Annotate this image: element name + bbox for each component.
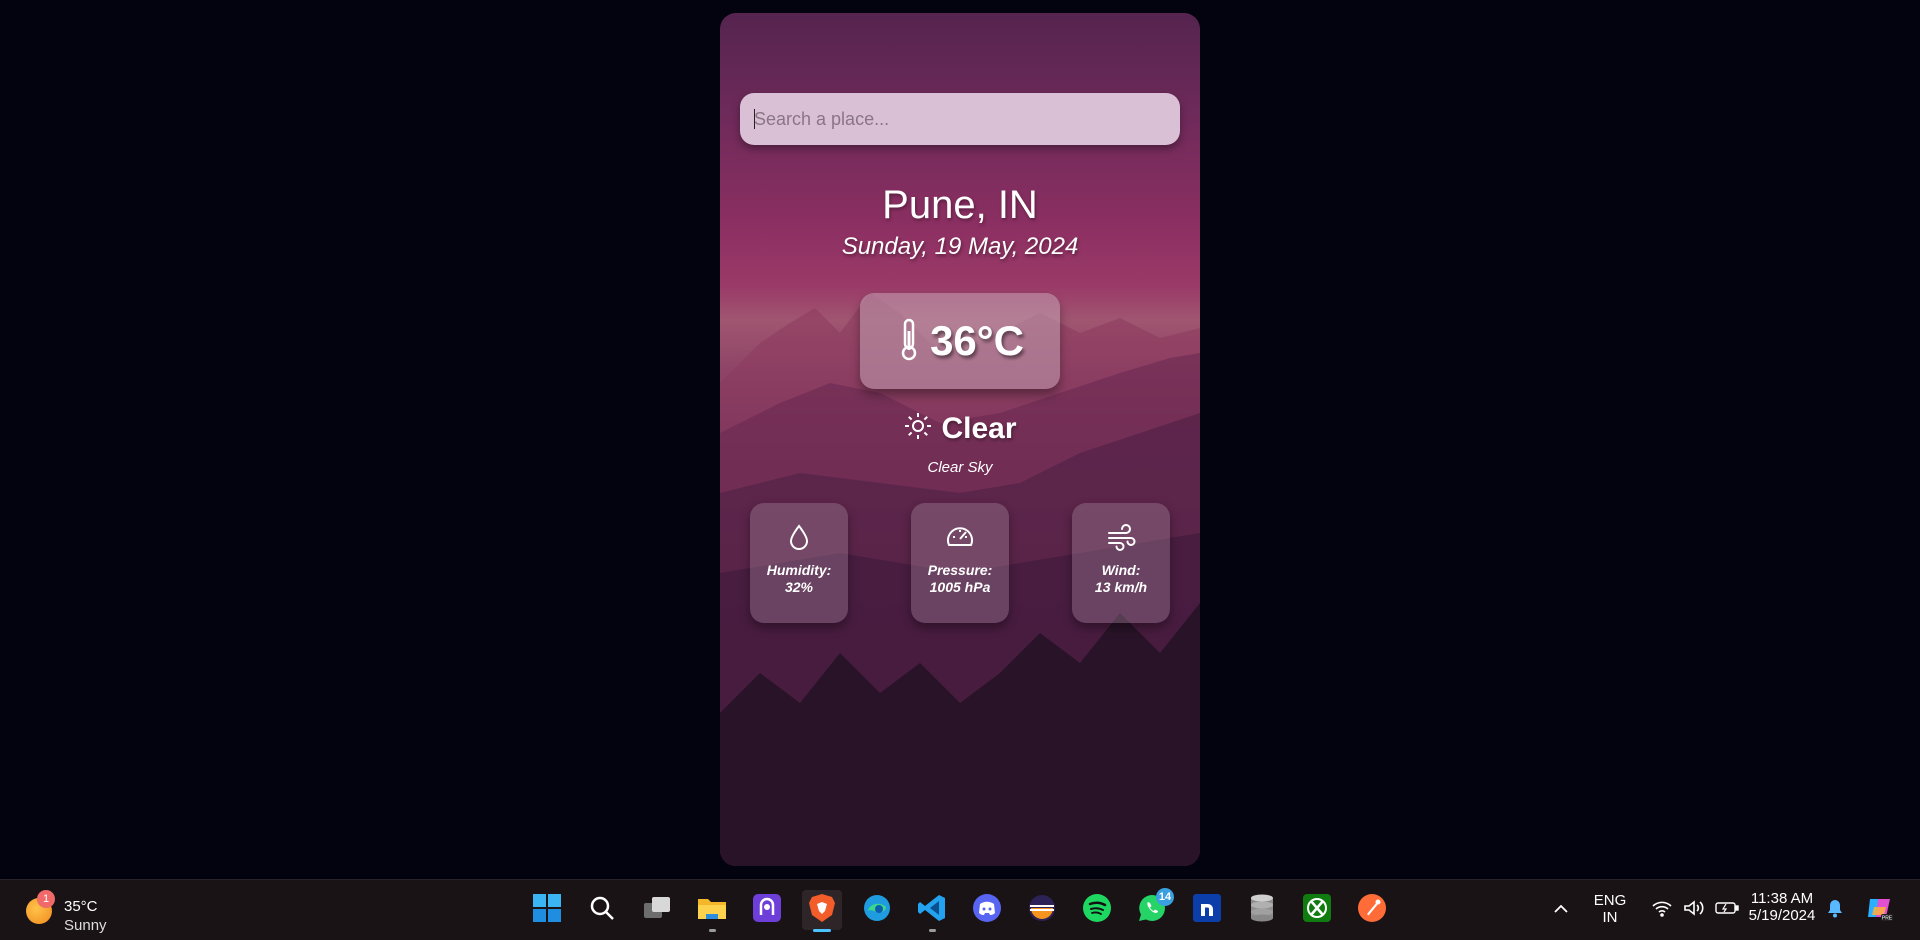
- notion-icon: [1192, 893, 1222, 928]
- start-button[interactable]: [527, 890, 567, 930]
- notification-badge: 14: [1156, 888, 1174, 906]
- vscode-icon: [917, 893, 947, 928]
- file-explorer-button[interactable]: [692, 890, 732, 932]
- chevron-up-icon: [1553, 901, 1569, 919]
- droplet-icon: [787, 523, 811, 554]
- brave-browser-icon: [808, 893, 836, 928]
- wifi-icon: [1651, 899, 1673, 922]
- taskbar-search-button[interactable]: [582, 890, 622, 930]
- condition-row: Clear: [720, 411, 1200, 446]
- task-view-icon: [642, 895, 672, 926]
- spotify-button[interactable]: [1077, 890, 1117, 930]
- search-icon: [588, 894, 616, 927]
- humidity-value: 32%: [784, 579, 814, 595]
- taskbar: 1 35°C Sunny 14 ENG IN 11:38 AM 5/19/202…: [0, 879, 1920, 940]
- pressure-value: 1005 hPa: [929, 579, 991, 595]
- region-code: IN: [1602, 909, 1618, 926]
- active-indicator: [813, 929, 831, 932]
- quick-settings-button[interactable]: [1640, 890, 1750, 930]
- proton-vpn-button[interactable]: [747, 890, 787, 930]
- brave-browser-button[interactable]: [802, 890, 842, 932]
- database-icon: [1247, 893, 1277, 928]
- humidity-label: Humidity:: [766, 562, 832, 578]
- taskbar-temperature: 35°C: [64, 898, 98, 915]
- taskbar-condition: Sunny: [64, 917, 107, 934]
- clock-time: 11:38 AM: [1750, 890, 1814, 907]
- clock-date: 5/19/2024: [1748, 907, 1816, 924]
- running-indicator: [929, 929, 936, 932]
- file-explorer-icon: [696, 894, 728, 927]
- svg-text:PRE: PRE: [1882, 915, 1893, 921]
- wind-label: Wind:: [1101, 562, 1141, 578]
- notion-button[interactable]: [1187, 890, 1227, 930]
- current-date: Sunday, 19 May, 2024: [841, 233, 1079, 260]
- copilot-icon: PRE: [1864, 893, 1894, 928]
- bell-icon: [1826, 898, 1844, 923]
- xbox-icon: [1302, 893, 1332, 928]
- pressure-card: Pressure: 1005 hPa: [911, 503, 1009, 623]
- condition-main: Clear: [941, 411, 1017, 445]
- vscode-button[interactable]: [912, 890, 952, 932]
- postman-icon: [1357, 893, 1387, 928]
- eclipse-icon: [1027, 893, 1057, 928]
- discord-button[interactable]: [967, 890, 1007, 930]
- temperature-card: 36°C: [860, 293, 1060, 389]
- eclipse-button[interactable]: [1022, 890, 1062, 930]
- humidity-card: Humidity: 32%: [750, 503, 848, 623]
- show-hidden-icons-button[interactable]: [1541, 890, 1581, 930]
- notifications-button[interactable]: [1825, 890, 1845, 930]
- wind-icon: [1106, 523, 1136, 554]
- spotify-icon: [1082, 893, 1112, 928]
- task-view-button[interactable]: [637, 890, 677, 930]
- pressure-label: Pressure:: [927, 562, 993, 578]
- condition-description: Clear Sky: [927, 459, 993, 476]
- running-indicator: [709, 929, 716, 932]
- language-indicator[interactable]: ENG IN: [1590, 892, 1630, 926]
- discord-icon: [972, 893, 1002, 928]
- edge-browser-icon: [862, 893, 892, 928]
- gauge-icon: [945, 523, 975, 554]
- sun-icon: [903, 411, 933, 446]
- edge-browser-button[interactable]: [857, 890, 897, 930]
- city-name: Pune, IN: [882, 183, 1038, 227]
- whatsapp-button[interactable]: 14: [1132, 888, 1174, 930]
- weather-badge: 1: [37, 890, 55, 908]
- start-icon: [532, 893, 562, 928]
- battery-icon: [1715, 901, 1739, 920]
- weather-app-card: Pune, IN Sunday, 19 May, 2024 36°C Clear…: [720, 13, 1200, 866]
- copilot-button[interactable]: PRE: [1862, 890, 1896, 930]
- database-button[interactable]: [1242, 890, 1282, 930]
- taskbar-weather-widget[interactable]: 1 35°C Sunny: [26, 890, 126, 934]
- proton-vpn-icon: [752, 893, 782, 928]
- language-code: ENG: [1593, 892, 1627, 909]
- search-input[interactable]: [740, 93, 1180, 145]
- wind-value: 13 km/h: [1094, 579, 1148, 595]
- postman-button[interactable]: [1352, 890, 1392, 930]
- volume-icon: [1683, 899, 1705, 922]
- clock[interactable]: 11:38 AM 5/19/2024: [1742, 890, 1822, 924]
- xbox-button[interactable]: [1297, 890, 1337, 930]
- temperature-value: 36°C: [930, 317, 1024, 364]
- text-caret: [754, 109, 755, 129]
- thermometer-icon: [896, 317, 922, 366]
- wind-card: Wind: 13 km/h: [1072, 503, 1170, 623]
